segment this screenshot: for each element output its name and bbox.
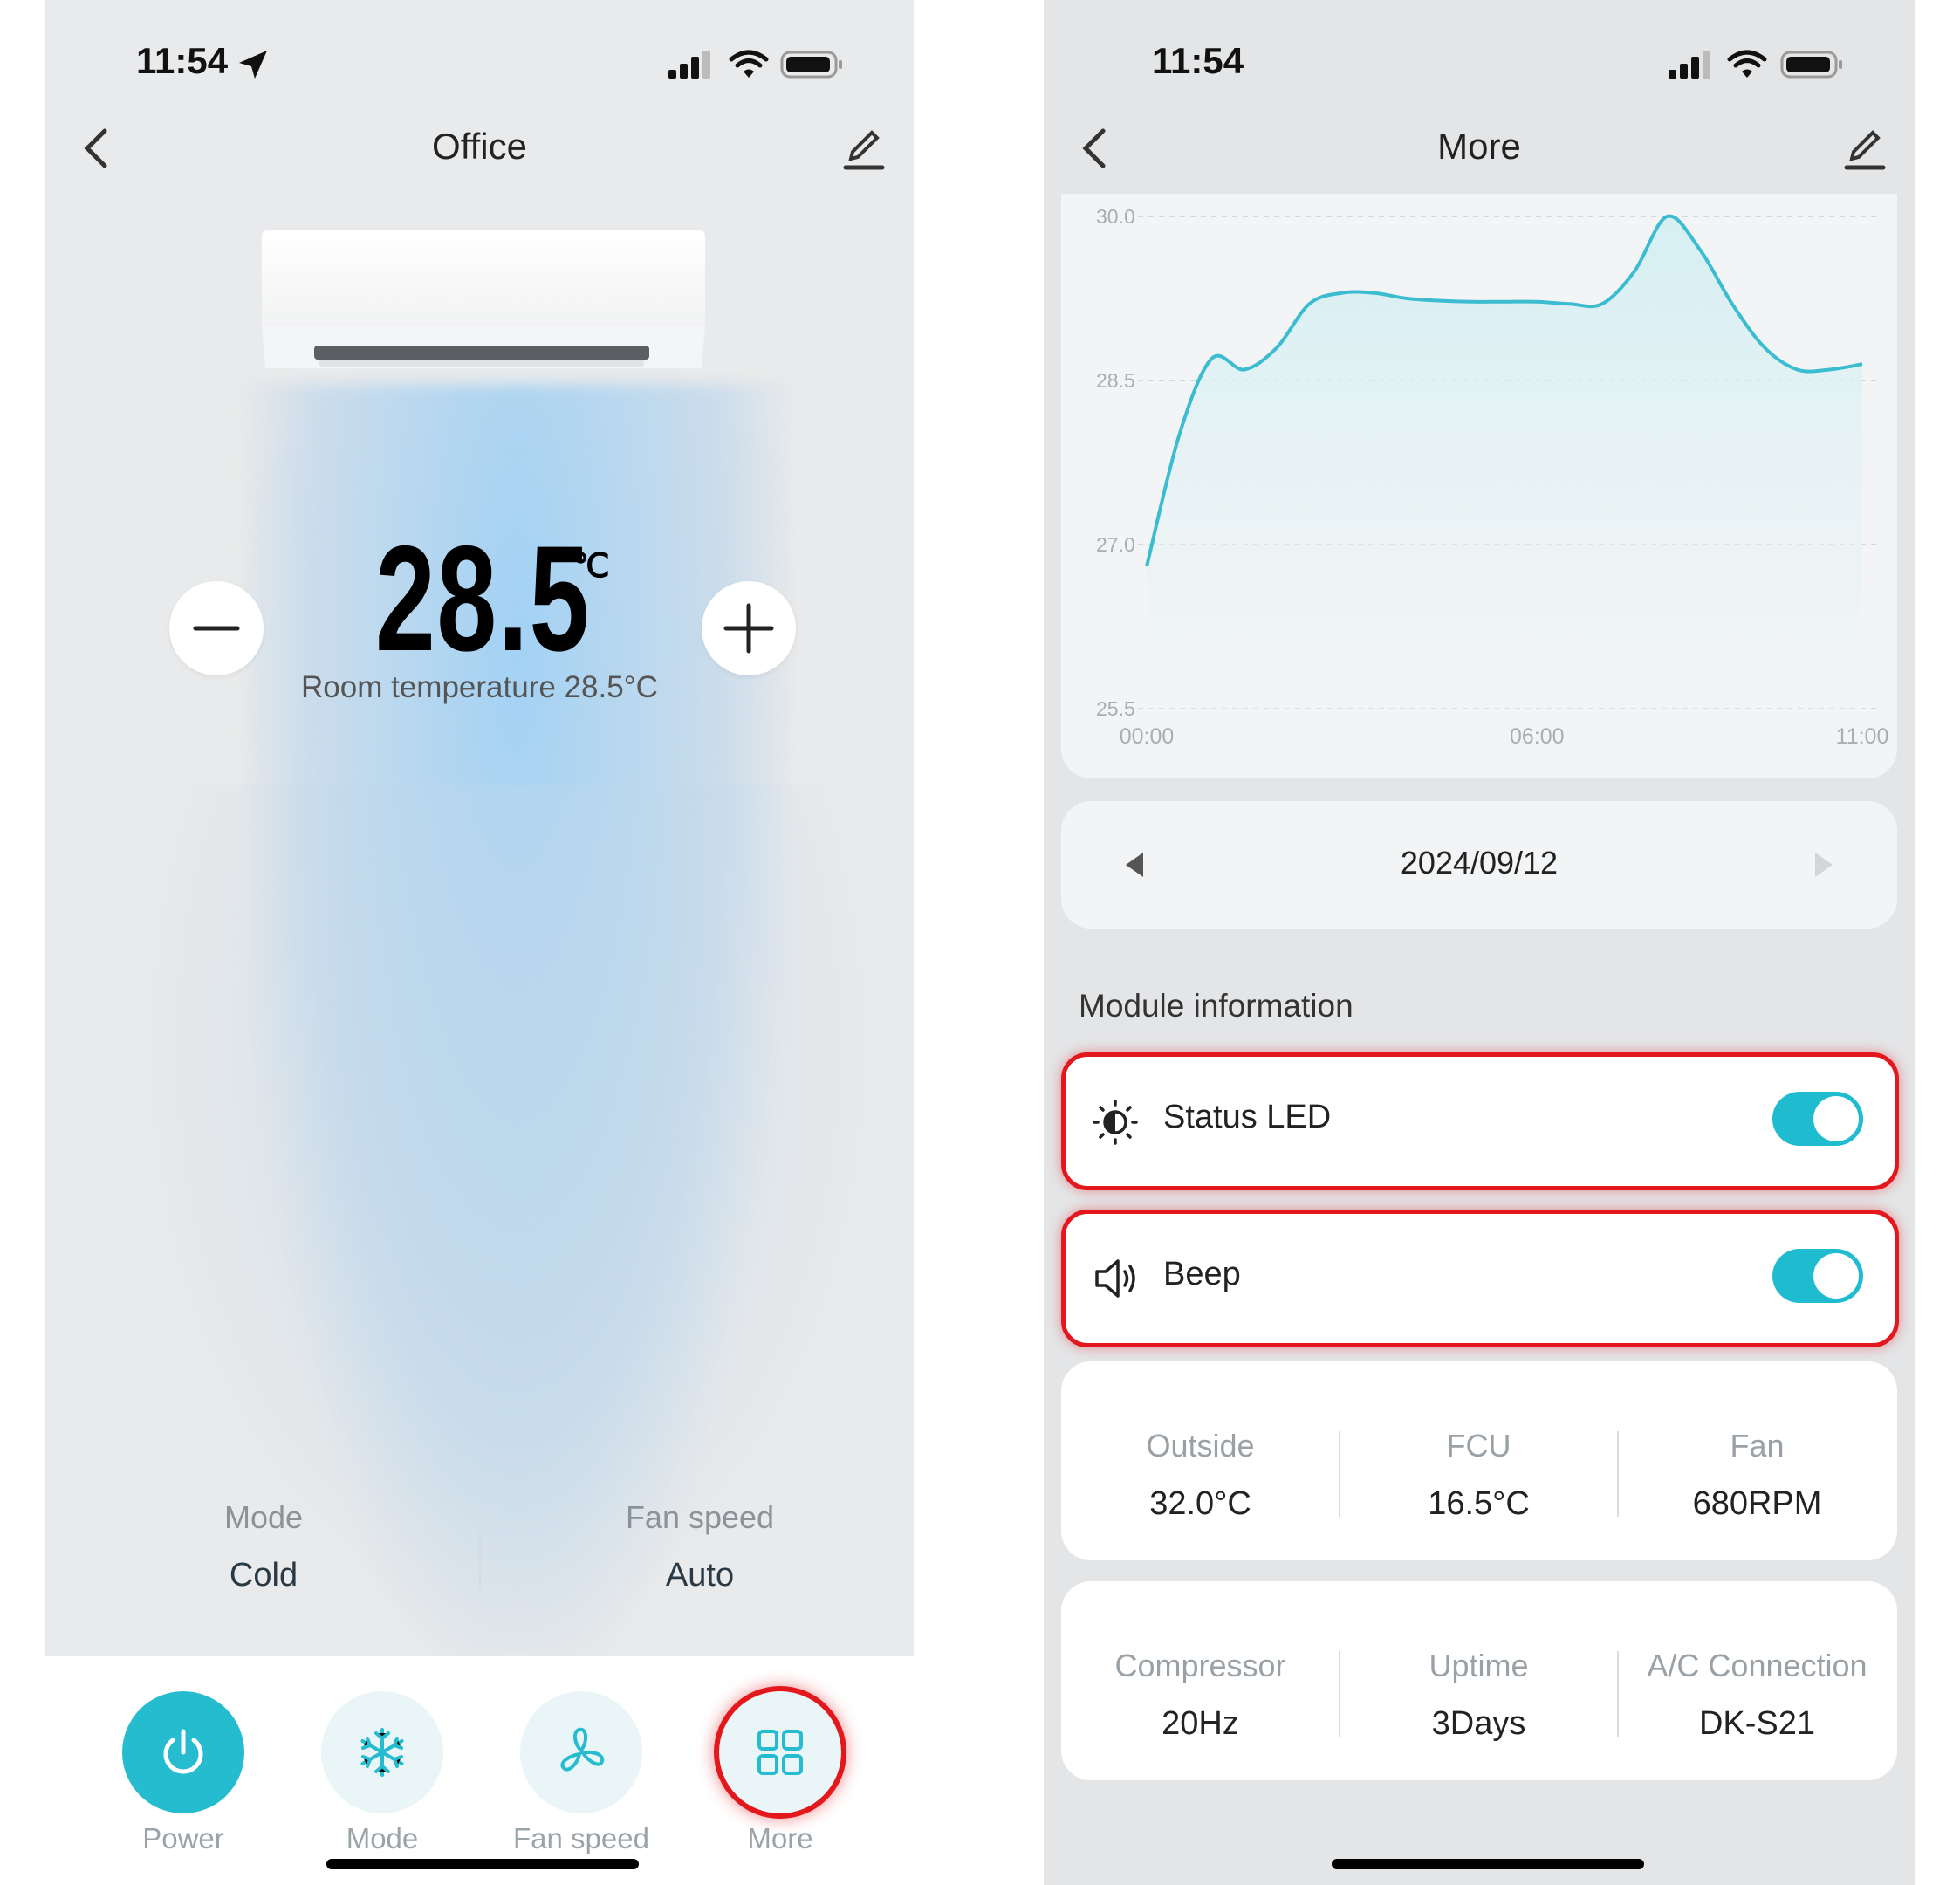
y-tick-label: 25.5 <box>1096 697 1135 720</box>
beep-label: Beep <box>1163 1256 1241 1292</box>
section-title: Module information <box>1079 988 1353 1024</box>
status-led-toggle[interactable] <box>1772 1092 1863 1146</box>
tab-mode[interactable]: Mode <box>286 1691 478 1855</box>
tab-power[interactable]: Power <box>87 1691 279 1855</box>
fcu-value: 16.5°C <box>1428 1485 1530 1522</box>
home-indicator <box>326 1859 639 1869</box>
brightness-icon <box>1093 1100 1138 1145</box>
ac-unit-illustration <box>262 230 705 368</box>
setpoint-temperature: 28.5 <box>375 515 591 682</box>
fan-speed-button[interactable] <box>520 1691 642 1813</box>
compressor-value: 20Hz <box>1162 1705 1239 1742</box>
power-button[interactable] <box>122 1691 244 1813</box>
mode-value: Cold <box>229 1557 298 1594</box>
y-tick-label: 27.0 <box>1096 533 1135 556</box>
fan-value: 680RPM <box>1692 1485 1822 1522</box>
wifi-icon <box>729 50 769 78</box>
temperature-chart-card: 30.0 28.5 27.0 25.5 00:00 06:00 11:00 <box>1061 194 1897 778</box>
tab-fan-speed[interactable]: Fan speed <box>485 1691 677 1855</box>
toggle-knob <box>1813 1096 1859 1141</box>
x-tick-label: 00:00 <box>1120 724 1175 749</box>
toggle-knob <box>1813 1253 1859 1299</box>
beep-toggle[interactable] <box>1772 1249 1863 1303</box>
fan-speed-label: Fan speed <box>625 1499 775 1535</box>
compressor-label: Compressor <box>1114 1648 1286 1683</box>
tab-fan-speed-label: Fan speed <box>513 1822 649 1854</box>
page-title: Office <box>432 126 527 167</box>
info-divider <box>479 1510 481 1588</box>
ac-connection-label: A/C Connection <box>1647 1648 1867 1683</box>
beep-row: Beep <box>1061 1210 1899 1347</box>
setpoint-unit: ℃ <box>572 548 610 585</box>
selected-date: 2024/09/12 <box>1400 845 1559 881</box>
power-icon <box>163 1729 203 1774</box>
date-picker: 2024/09/12 <box>1061 801 1897 929</box>
ac-connection-value: DK-S21 <box>1698 1705 1816 1742</box>
status-bar: 11:54 <box>45 40 914 93</box>
temperature-chart: 30.0 28.5 27.0 25.5 00:00 06:00 11:00 <box>1096 205 1889 749</box>
status-time: 11:54 <box>1152 40 1244 81</box>
decrease-temp-button[interactable] <box>169 581 264 675</box>
x-tick-label: 06:00 <box>1510 724 1565 749</box>
tab-power-label: Power <box>142 1822 224 1854</box>
battery-icon <box>1780 51 1842 79</box>
plus-icon <box>723 603 774 654</box>
nav-bar: More <box>1044 113 1915 183</box>
tab-more-label: More <box>747 1822 813 1854</box>
edit-pencil-icon[interactable] <box>1840 124 1888 173</box>
minus-icon <box>193 626 240 631</box>
fan-label: Fan <box>1730 1428 1785 1463</box>
bottom-toolbar: Power Mode Fan speed More <box>45 1656 914 1885</box>
nav-bar: Office <box>45 113 914 183</box>
status-led-label: Status LED <box>1163 1099 1332 1135</box>
y-tick-label: 30.0 <box>1096 205 1135 228</box>
mode-button[interactable] <box>321 1691 443 1813</box>
grid-icon <box>757 1730 803 1775</box>
tab-mode-label: Mode <box>346 1822 419 1854</box>
stats-card-1: Outside 32.0°C FCU 16.5°C Fan 680RPM <box>1061 1361 1897 1560</box>
more-button[interactable] <box>719 1691 841 1813</box>
home-indicator <box>1332 1859 1644 1869</box>
battery-icon <box>780 51 842 79</box>
cellular-signal-icon <box>1669 51 1710 79</box>
x-tick-label: 11:00 <box>1836 724 1889 749</box>
thermostat-screen: 11:54 Office 28.5 ℃ Room temperature 28.… <box>45 0 914 1885</box>
speaker-icon <box>1095 1259 1135 1298</box>
chart-area-fill <box>1147 216 1862 709</box>
increase-temp-button[interactable] <box>702 581 796 675</box>
edit-pencil-icon[interactable] <box>839 124 887 173</box>
stats-card-2: Compressor 20Hz Uptime 3Days A/C Connect… <box>1061 1581 1897 1780</box>
snowflake-icon <box>360 1728 404 1777</box>
outside-value: 32.0°C <box>1149 1485 1251 1522</box>
page-title: More <box>1437 126 1521 167</box>
mode-label: Mode <box>223 1499 304 1535</box>
location-arrow-icon <box>239 51 267 79</box>
wifi-icon <box>1727 50 1767 78</box>
outside-label: Outside <box>1146 1428 1255 1463</box>
status-time: 11:54 <box>136 40 229 81</box>
uptime-label: Uptime <box>1429 1648 1529 1683</box>
tab-more[interactable]: More <box>684 1691 876 1855</box>
fcu-label: FCU <box>1446 1428 1511 1463</box>
status-bar: 11:54 <box>1044 40 1915 93</box>
uptime-value: 3Days <box>1431 1705 1526 1742</box>
fan-icon <box>560 1727 605 1772</box>
y-tick-label: 28.5 <box>1096 369 1135 392</box>
fan-speed-value: Auto <box>665 1557 735 1594</box>
status-led-row: Status LED <box>1061 1052 1899 1190</box>
room-temperature-text: Room temperature 28.5°C <box>301 670 658 704</box>
more-screen: 11:54 More 30.0 28.5 27.0 25.5 00:00 06:… <box>1044 0 1915 1885</box>
next-date-icon[interactable] <box>1812 851 1836 879</box>
cellular-signal-icon <box>668 51 710 79</box>
